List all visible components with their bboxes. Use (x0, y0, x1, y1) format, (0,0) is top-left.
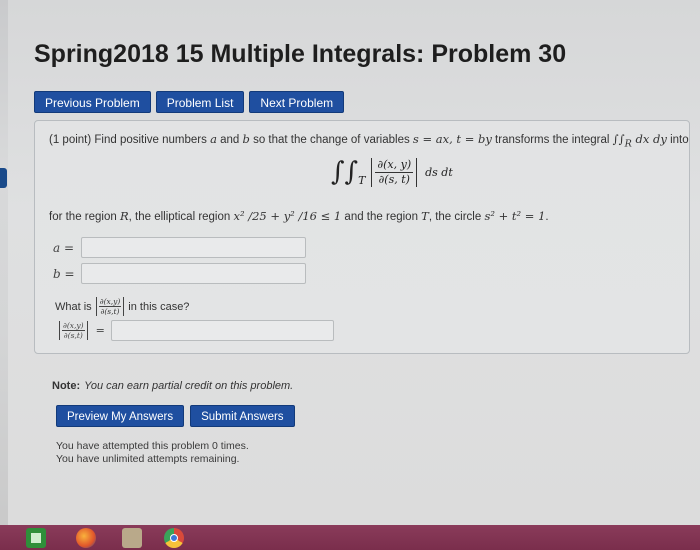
app-icon[interactable] (122, 528, 142, 548)
attempts-remaining: You have unlimited attempts remaining. (56, 453, 240, 465)
problem-statement: (1 point) Find positive numbers a and b … (49, 132, 689, 150)
ds-dt: ds dt (425, 165, 453, 179)
a-label: a = (53, 240, 75, 255)
problem-box: (1 point) Find positive numbers a and b … (34, 120, 690, 354)
a-input[interactable] (81, 237, 306, 258)
left-edge-tab[interactable] (0, 168, 7, 188)
submit-actions: Preview My Answers Submit Answers (56, 405, 295, 427)
chrome-icon[interactable] (164, 528, 184, 548)
circle-math: s² + t² = 1 (484, 209, 546, 223)
previous-problem-button[interactable]: Previous Problem (34, 91, 151, 113)
taskbar (0, 525, 700, 550)
attempts-info: You have attempted this problem 0 times.… (56, 440, 249, 466)
submit-answers-button[interactable]: Submit Answers (190, 405, 295, 427)
store-icon[interactable] (26, 528, 46, 548)
problem-nav: Previous Problem Problem List Next Probl… (34, 91, 345, 113)
substitution-math: s = ax, t = by (412, 132, 492, 146)
attempts-count: You have attempted this problem 0 times. (56, 440, 249, 452)
next-problem-button[interactable]: Next Problem (249, 91, 345, 113)
answer-row-a: a = (53, 237, 306, 258)
ellipse-math: x² /25 + y² /16 ≤ 1 (233, 209, 342, 223)
preview-answers-button[interactable]: Preview My Answers (56, 405, 185, 427)
region-T-subscript: T (358, 173, 366, 187)
original-integral: ∫∫R dx dy (612, 132, 667, 150)
firefox-icon[interactable] (76, 528, 96, 548)
transformed-integral: ∫∫ T ∂(x, y) ∂(s, t) ds dt (331, 157, 453, 187)
jacobian-input[interactable] (110, 320, 334, 341)
jacobian-denominator: ∂(s, t) (378, 172, 410, 186)
b-input[interactable] (81, 263, 306, 284)
region-description: for the region R, the elliptical region … (49, 209, 549, 223)
jacobian-question: What is ∂(x,y) ∂(s,t) in this case? (55, 297, 190, 316)
page-title: Spring2018 15 Multiple Integrals: Proble… (34, 40, 567, 68)
double-integral-sign: ∫∫ (331, 157, 359, 187)
jacobian-answer-label: ∂(x,y) ∂(s,t) (59, 321, 88, 340)
b-label: b = (53, 266, 75, 281)
jacobian-answer-row: ∂(x,y) ∂(s,t) = (55, 320, 334, 341)
answer-row-b: b = (53, 263, 306, 284)
jacobian-small: ∂(x,y) ∂(s,t) (95, 297, 125, 316)
problem-list-button[interactable]: Problem List (155, 91, 245, 113)
jacobian-abs: ∂(x, y) ∂(s, t) (371, 157, 418, 187)
jacobian-numerator: ∂(x, y) (375, 157, 414, 173)
partial-credit-note: Note: You can earn partial credit on this… (52, 380, 294, 392)
